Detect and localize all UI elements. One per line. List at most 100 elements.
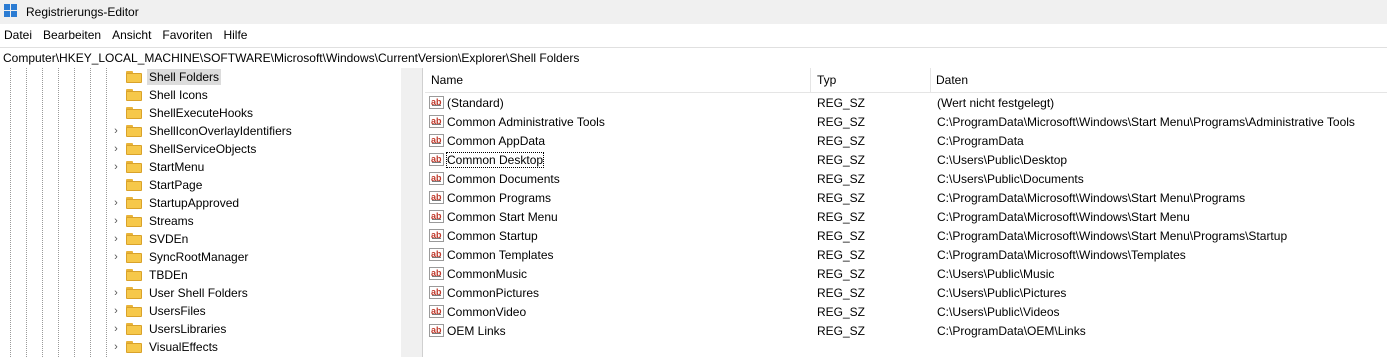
chevron-right-icon[interactable]: › xyxy=(110,320,122,338)
value-name: Common Administrative Tools xyxy=(447,114,605,129)
tree-guide-line xyxy=(58,68,59,357)
tree-item-label[interactable]: Streams xyxy=(147,213,196,229)
tree-item-label[interactable]: ShellExecuteHooks xyxy=(147,105,255,121)
tree-item[interactable]: Shell Folders xyxy=(110,68,222,86)
value-row[interactable]: ab OEM Links REG_SZ C:\ProgramData\OEM\Link… xyxy=(425,321,1387,340)
tree-item-label[interactable]: TBDEn xyxy=(147,267,190,283)
tree-item[interactable]: › StartMenu xyxy=(110,158,206,176)
folder-icon xyxy=(126,323,142,335)
string-value-icon: ab xyxy=(429,96,444,109)
string-value-icon: ab xyxy=(429,153,444,166)
menu-ansicht[interactable]: Ansicht xyxy=(108,28,158,42)
tree-item-label[interactable]: User Shell Folders xyxy=(147,285,250,301)
value-name: Common Templates xyxy=(447,247,554,262)
value-name: Common AppData xyxy=(447,133,546,148)
tree-item[interactable]: › User Shell Folders xyxy=(110,284,250,302)
tree-item[interactable]: › SyncRootManager xyxy=(110,248,250,266)
value-row[interactable]: ab CommonVideo REG_SZ C:\Users\Public\Video… xyxy=(425,302,1387,321)
tree-item-label[interactable]: Shell Folders xyxy=(147,69,222,85)
menu-datei[interactable]: Datei xyxy=(0,28,39,42)
folder-icon xyxy=(126,287,142,299)
tree-item[interactable]: ShellExecuteHooks xyxy=(110,104,255,122)
value-name-cell[interactable]: ab OEM Links xyxy=(425,321,506,340)
tree-item-label[interactable]: Shell Icons xyxy=(147,87,210,103)
value-row[interactable]: ab (Standard) REG_SZ (Wert nicht festgelegt… xyxy=(425,93,1387,112)
value-name-cell[interactable]: ab CommonPictures xyxy=(425,283,539,302)
chevron-right-icon[interactable]: › xyxy=(110,194,122,212)
tree-item[interactable]: StartPage xyxy=(110,176,204,194)
value-name-cell[interactable]: ab Common Programs xyxy=(425,188,551,207)
chevron-right-icon[interactable]: › xyxy=(110,302,122,320)
tree-item-label[interactable]: ShellServiceObjects xyxy=(147,141,258,157)
tree-item-label[interactable]: StartMenu xyxy=(147,159,206,175)
address-path[interactable]: Computer\HKEY_LOCAL_MACHINE\SOFTWARE\Mic… xyxy=(0,51,579,65)
tree-item[interactable]: › ShellIconOverlayIdentifiers xyxy=(110,122,294,140)
value-name-cell[interactable]: ab CommonMusic xyxy=(425,264,527,283)
value-name-cell[interactable]: ab CommonVideo xyxy=(425,302,526,321)
tree-item[interactable]: › UsersLibraries xyxy=(110,320,228,338)
value-name-cell[interactable]: ab Common AppData xyxy=(425,131,545,150)
tree-item[interactable]: › StartupApproved xyxy=(110,194,241,212)
value-row[interactable]: ab Common Desktop REG_SZ C:\Users\Public\De… xyxy=(425,150,1387,169)
tree-item-label[interactable]: StartupApproved xyxy=(147,195,241,211)
tree-item[interactable]: › ShellServiceObjects xyxy=(110,140,258,158)
value-name: OEM Links xyxy=(447,323,506,338)
tree-item-label[interactable]: ShellIconOverlayIdentifiers xyxy=(147,123,294,139)
value-name-cell[interactable]: ab Common Administrative Tools xyxy=(425,112,605,131)
tree-scrollbar[interactable] xyxy=(401,68,422,357)
value-data: C:\ProgramData\OEM\Links xyxy=(937,323,1086,338)
tree-item-label[interactable]: SyncRootManager xyxy=(147,249,250,265)
value-name: CommonPictures xyxy=(447,285,540,300)
folder-icon xyxy=(126,161,142,173)
tree-item[interactable]: › UsersFiles xyxy=(110,302,208,320)
tree-item[interactable]: › Streams xyxy=(110,212,196,230)
value-row[interactable]: ab Common Programs REG_SZ C:\ProgramData\Mi… xyxy=(425,188,1387,207)
column-separator[interactable] xyxy=(810,68,811,92)
column-header-data[interactable]: Daten xyxy=(936,68,968,92)
value-row[interactable]: ab Common Administrative Tools REG_SZ C:\Pr… xyxy=(425,112,1387,131)
value-name-cell[interactable]: ab Common Templates xyxy=(425,245,554,264)
chevron-right-icon[interactable]: › xyxy=(110,284,122,302)
value-row[interactable]: ab Common Documents REG_SZ C:\Users\Public\… xyxy=(425,169,1387,188)
folder-icon xyxy=(126,251,142,263)
tree-item-label[interactable]: UsersLibraries xyxy=(147,321,228,337)
chevron-right-icon[interactable]: › xyxy=(110,140,122,158)
tree-item-label[interactable]: UsersFiles xyxy=(147,303,208,319)
value-row[interactable]: ab CommonPictures REG_SZ C:\Users\Public\Pi… xyxy=(425,283,1387,302)
tree-item[interactable]: TBDEn xyxy=(110,266,190,284)
value-name-cell[interactable]: ab Common Documents xyxy=(425,169,560,188)
column-header-type[interactable]: Typ xyxy=(817,68,836,92)
column-separator[interactable] xyxy=(930,68,931,92)
value-row[interactable]: ab Common Startup REG_SZ C:\ProgramData\Mic… xyxy=(425,226,1387,245)
value-row[interactable]: ab CommonMusic REG_SZ C:\Users\Public\Music xyxy=(425,264,1387,283)
chevron-right-icon[interactable]: › xyxy=(110,230,122,248)
chevron-right-icon[interactable]: › xyxy=(110,248,122,266)
tree-item[interactable]: › VisualEffects xyxy=(110,338,220,356)
folder-icon xyxy=(126,107,142,119)
folder-icon xyxy=(126,305,142,317)
tree-item[interactable]: Shell Icons xyxy=(110,86,210,104)
chevron-right-icon[interactable]: › xyxy=(110,122,122,140)
tree-item-label[interactable]: SVDEn xyxy=(147,231,190,247)
tree-item-label[interactable]: StartPage xyxy=(147,177,204,193)
address-bar[interactable]: Computer\HKEY_LOCAL_MACHINE\SOFTWARE\Mic… xyxy=(0,47,1387,69)
value-name-cell[interactable]: ab Common Start Menu xyxy=(425,207,558,226)
value-row[interactable]: ab Common AppData REG_SZ C:\ProgramData xyxy=(425,131,1387,150)
chevron-right-icon[interactable]: › xyxy=(110,158,122,176)
value-name-cell[interactable]: ab (Standard) xyxy=(425,93,504,112)
value-name-cell[interactable]: ab Common Startup xyxy=(425,226,538,245)
chevron-right-icon[interactable]: › xyxy=(110,338,122,356)
value-row[interactable]: ab Common Templates REG_SZ C:\ProgramData\M… xyxy=(425,245,1387,264)
column-header-name[interactable]: Name xyxy=(431,68,463,92)
menu-favoriten[interactable]: Favoriten xyxy=(158,28,219,42)
value-name-cell[interactable]: ab Common Desktop xyxy=(425,150,545,169)
tree-item-label[interactable]: VisualEffects xyxy=(147,339,220,355)
tree-item[interactable]: › SVDEn xyxy=(110,230,190,248)
value-row[interactable]: ab Common Start Menu REG_SZ C:\ProgramData\… xyxy=(425,207,1387,226)
menu-bearbeiten[interactable]: Bearbeiten xyxy=(39,28,108,42)
registry-key-tree[interactable]: Shell Folders Shell Icons ShellExecuteHook… xyxy=(0,68,401,357)
menu-hilfe[interactable]: Hilfe xyxy=(219,28,254,42)
chevron-right-icon[interactable]: › xyxy=(110,212,122,230)
